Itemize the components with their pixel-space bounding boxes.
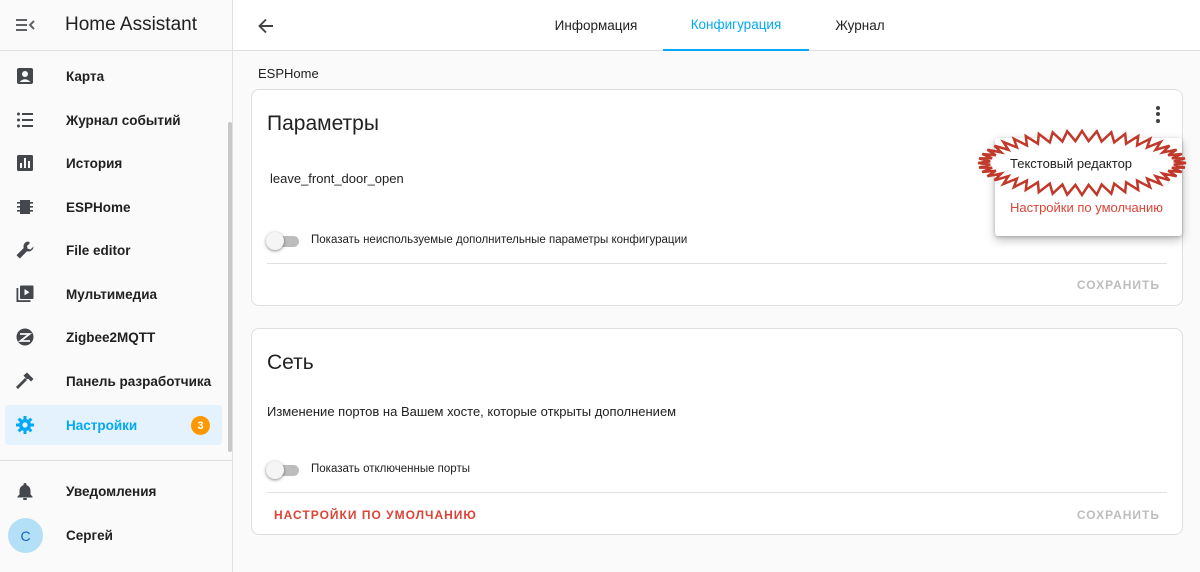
chart-box-icon bbox=[15, 153, 35, 173]
sidebar-item-profile[interactable]: Сергей bbox=[5, 515, 222, 555]
notification-badge: 3 bbox=[191, 416, 210, 435]
overflow-menu: Настройки по умолчанию bbox=[995, 138, 1182, 236]
sidebar-item-history[interactable]: История bbox=[5, 143, 222, 183]
sidebar-item-label: Настройки bbox=[66, 417, 138, 433]
breadcrumb: ESPHome bbox=[258, 66, 319, 81]
cog-icon bbox=[15, 415, 35, 435]
menu-item-reset-defaults[interactable]: Настройки по умолчанию bbox=[1010, 200, 1163, 215]
app-title: Home Assistant bbox=[65, 14, 197, 35]
sidebar-item-zigbee2mqtt[interactable]: Zigbee2MQTT bbox=[5, 317, 222, 357]
menu-open-icon bbox=[16, 19, 35, 31]
card-divider bbox=[267, 492, 1167, 493]
reset-defaults-button[interactable]: НАСТРОЙКИ ПО УМОЛЧАНИЮ bbox=[274, 508, 477, 522]
sidebar-divider bbox=[0, 460, 232, 461]
sidebar-item-label: Уведомления bbox=[66, 483, 157, 499]
format-list-bulleted-icon bbox=[15, 110, 35, 130]
map-account-icon bbox=[15, 66, 35, 86]
menu-item-text-editor[interactable]: Текстовый редактор bbox=[1010, 156, 1132, 171]
zigbee-icon bbox=[15, 327, 35, 347]
hammer-icon bbox=[15, 371, 35, 391]
save-button[interactable]: СОХРАНИТЬ bbox=[1077, 278, 1160, 292]
sidebar-item-logbook[interactable]: Журнал событий bbox=[5, 100, 222, 140]
bell-icon bbox=[15, 481, 35, 501]
top-app-bar: Информация Конфигурация Журнал bbox=[233, 0, 1200, 51]
sidebar-item-label: Панель разработчика bbox=[66, 373, 212, 389]
sidebar-item-label: Сергей bbox=[66, 527, 113, 543]
sidebar-item-map[interactable]: Карта bbox=[5, 56, 222, 96]
sidebar-item-developer-tools[interactable]: Панель разработчика bbox=[5, 361, 222, 401]
network-description: Изменение портов на Вашем хосте, которые… bbox=[267, 404, 677, 419]
sidebar-item-file-editor[interactable]: File editor bbox=[5, 230, 222, 270]
sidebar-item-notifications[interactable]: Уведомления bbox=[5, 471, 222, 511]
tab-configuration[interactable]: Конфигурация bbox=[663, 0, 809, 51]
sidebar-item-label: Карта bbox=[66, 68, 105, 84]
tab-info[interactable]: Информация bbox=[533, 0, 659, 51]
sidebar-item-media[interactable]: Мультимедиа bbox=[5, 274, 222, 314]
sidebar-item-label: История bbox=[66, 155, 123, 171]
toggle-label: Показать отключенные порты bbox=[311, 463, 470, 475]
sidebar: Home Assistant Карта Журнал событий Исто… bbox=[0, 0, 233, 572]
sidebar-item-settings[interactable]: Настройки 3 bbox=[5, 405, 222, 445]
sidebar-item-esphome[interactable]: ESPHome bbox=[5, 187, 222, 227]
save-button[interactable]: СОХРАНИТЬ bbox=[1077, 508, 1160, 522]
sidebar-item-label: File editor bbox=[66, 242, 131, 258]
tab-log[interactable]: Журнал bbox=[815, 0, 905, 51]
arrow-left-icon bbox=[258, 18, 273, 34]
sidebar-scrollbar[interactable] bbox=[228, 122, 232, 452]
sidebar-item-label: Zigbee2MQTT bbox=[66, 329, 156, 345]
sidebar-header: Home Assistant bbox=[0, 0, 232, 51]
toggle-label: Показать неиспользуемые дополнительные п… bbox=[311, 234, 688, 246]
config-value: leave_front_door_open bbox=[270, 171, 404, 186]
card-title: Сеть bbox=[267, 351, 314, 374]
sidebar-item-label: Журнал событий bbox=[66, 112, 181, 128]
card-title: Параметры bbox=[267, 112, 379, 135]
chip-icon bbox=[15, 197, 35, 217]
dots-vertical-icon bbox=[1156, 105, 1160, 110]
card-divider bbox=[267, 263, 1167, 264]
sidebar-item-label: ESPHome bbox=[66, 199, 131, 215]
unused-options-toggle[interactable] bbox=[266, 231, 300, 251]
wrench-icon bbox=[15, 240, 35, 260]
play-box-multiple-icon bbox=[15, 284, 35, 304]
sidebar-item-label: Мультимедиа bbox=[66, 286, 158, 302]
disabled-ports-toggle[interactable] bbox=[266, 460, 300, 480]
overflow-menu-button[interactable] bbox=[1148, 104, 1168, 124]
network-card: Сеть Изменение портов на Вашем хосте, ко… bbox=[251, 328, 1183, 535]
back-button[interactable] bbox=[255, 15, 277, 37]
menu-toggle-button[interactable] bbox=[0, 0, 50, 51]
